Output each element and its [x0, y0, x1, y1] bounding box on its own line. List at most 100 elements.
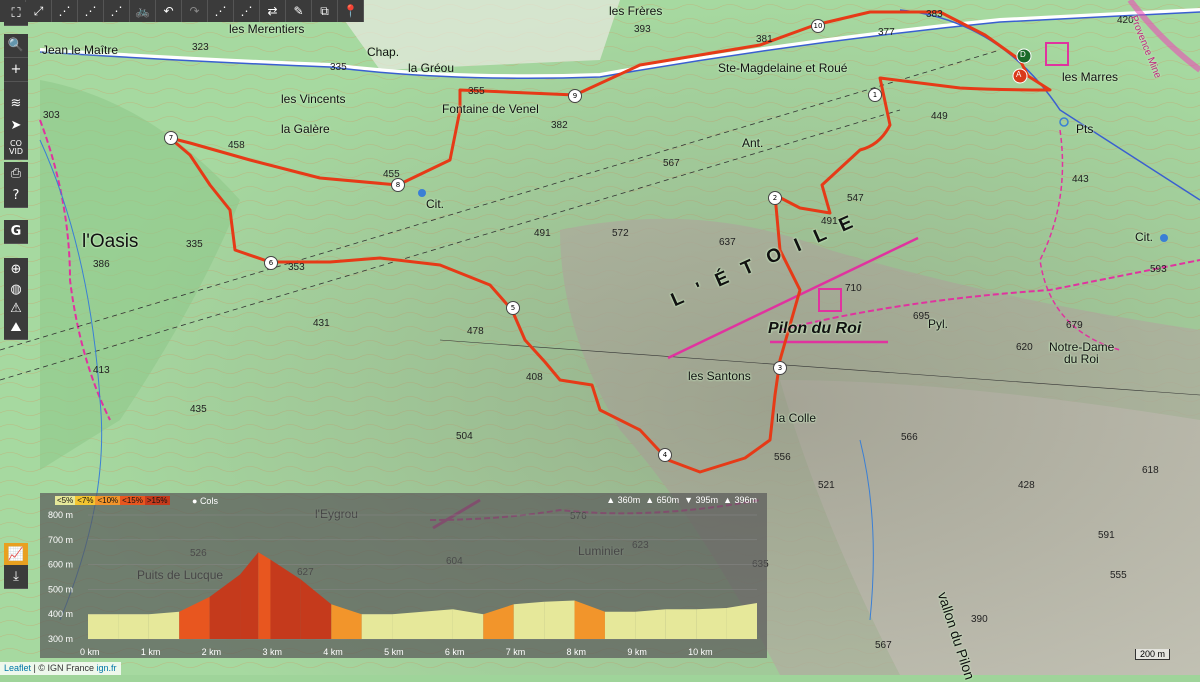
- profile-segment: [665, 609, 697, 639]
- place-label: Ste-Magdelaine et Roué: [718, 61, 848, 75]
- text-tool-icon[interactable]: ✎: [286, 0, 312, 22]
- elevation-profile[interactable]: <5% <7% <10% <15% >15% ● Cols ▲ 360m ▲ 650m …: [40, 493, 767, 658]
- place-label: Chap.: [367, 45, 400, 59]
- profile-segment: [635, 609, 666, 639]
- help-icon[interactable]: ?: [4, 184, 28, 208]
- waypoint-10[interactable]: 10: [811, 19, 825, 33]
- altitude-label: 353: [288, 262, 305, 273]
- altitude-label: 449: [931, 111, 948, 122]
- place-label: Ant.: [742, 136, 764, 150]
- waypoint-7[interactable]: 7: [164, 131, 178, 145]
- layers-icon[interactable]: ≋: [4, 92, 28, 116]
- profile-segment: [696, 608, 727, 639]
- profile-segment: [726, 603, 757, 639]
- node-icon[interactable]: ⋰: [104, 0, 130, 22]
- altitude-label: 521: [818, 480, 835, 491]
- y-tick-label: 800 m: [48, 510, 73, 520]
- profile-segment: [258, 552, 271, 639]
- y-tick-label: 700 m: [48, 535, 73, 545]
- locate-icon[interactable]: ➤: [4, 114, 28, 138]
- swap-icon[interactable]: ⇄: [260, 0, 286, 22]
- search-icon[interactable]: 🔍: [4, 34, 28, 58]
- waypoint-4[interactable]: 4: [658, 448, 672, 462]
- altitude-label: 431: [313, 318, 330, 329]
- x-tick-label: 4 km: [323, 647, 343, 657]
- altitude-label: 591: [1098, 530, 1115, 541]
- profile-segment: [118, 614, 149, 639]
- profile-segment: [513, 601, 545, 639]
- place-label: la Gréou: [408, 61, 455, 75]
- bike-icon[interactable]: 🚲: [130, 0, 156, 22]
- altitude-label: 567: [663, 158, 680, 169]
- waypoint-1[interactable]: 1: [868, 88, 882, 102]
- crop-icon[interactable]: ⧉: [312, 0, 338, 22]
- redo-icon[interactable]: ↷: [182, 0, 208, 22]
- attribution-sep: | © IGN France: [31, 663, 97, 673]
- x-tick-label: 5 km: [384, 647, 404, 657]
- map-attribution: Leaflet | © IGN France ign.fr: [0, 662, 121, 675]
- node-icon[interactable]: ⋰: [234, 0, 260, 22]
- covid-button[interactable]: CO VID: [4, 136, 28, 160]
- download-icon[interactable]: ⤓: [4, 565, 28, 589]
- waypoint-3[interactable]: 3: [773, 361, 787, 375]
- x-tick-label: 8 km: [567, 647, 587, 657]
- altitude-label: 695: [913, 311, 930, 322]
- zoom-in-button[interactable]: +: [4, 58, 28, 82]
- altitude-label: 355: [468, 86, 485, 97]
- altitude-label: 679: [1066, 320, 1083, 331]
- ign-link[interactable]: ign.fr: [97, 663, 117, 673]
- undo-icon[interactable]: ↶: [156, 0, 182, 22]
- profile-segment: [392, 611, 423, 639]
- waypoint-5[interactable]: 5: [506, 301, 520, 315]
- place-label: les Santons: [688, 369, 751, 383]
- waypoint-9[interactable]: 9: [568, 89, 582, 103]
- node-icon[interactable]: ⋰: [208, 0, 234, 22]
- end-marker[interactable]: A: [1016, 70, 1021, 79]
- altitude-label: 393: [634, 24, 651, 35]
- profile-segment: [300, 579, 332, 639]
- google-icon[interactable]: G: [4, 220, 28, 244]
- altitude-label: 443: [1072, 174, 1089, 185]
- altitude-label: 303: [43, 110, 60, 121]
- place-label: les Merentiers: [229, 22, 305, 36]
- elevation-icon[interactable]: 📈: [4, 543, 28, 567]
- altitude-label: 478: [467, 326, 484, 337]
- waypoint-8[interactable]: 8: [391, 178, 405, 192]
- y-tick-label: 500 m: [48, 584, 73, 594]
- altitude-label: 408: [526, 372, 543, 383]
- scale-bar: 200 m: [1134, 649, 1170, 660]
- waypoint-6[interactable]: 6: [264, 256, 278, 270]
- mountain-icon[interactable]: ⛰: [4, 316, 28, 340]
- place-label: les Vincents: [281, 92, 346, 106]
- fullscreen-icon[interactable]: ⛶: [4, 2, 28, 26]
- altitude-label: 390: [971, 614, 988, 625]
- altitude-label: 572: [612, 228, 629, 239]
- place-label: les Frères: [609, 4, 663, 18]
- profile-segment: [544, 600, 575, 639]
- y-tick-label: 600 m: [48, 560, 73, 570]
- node-icon[interactable]: ⋰: [52, 0, 78, 22]
- altitude-label: 618: [1142, 465, 1159, 476]
- altitude-label: 566: [901, 432, 918, 443]
- pin-icon[interactable]: 📍: [338, 0, 364, 22]
- x-tick-label: 7 km: [506, 647, 526, 657]
- place-label: du Roi: [1064, 352, 1099, 366]
- altitude-label: 593: [1150, 264, 1167, 275]
- profile-segment: [331, 604, 362, 639]
- profile-segment: [179, 596, 210, 639]
- leaflet-link[interactable]: Leaflet: [4, 663, 31, 673]
- profile-segment: [483, 604, 514, 639]
- altitude-label: 555: [1110, 570, 1127, 581]
- y-tick-label: 300 m: [48, 634, 73, 644]
- print-icon[interactable]: ⎙: [4, 162, 28, 186]
- waypoint-2[interactable]: 2: [768, 191, 782, 205]
- node-icon[interactable]: ⋰: [78, 0, 104, 22]
- start-marker[interactable]: D: [1020, 50, 1026, 59]
- x-tick-label: 0 km: [80, 647, 100, 657]
- profile-segment: [240, 552, 259, 639]
- altitude-label: 547: [847, 193, 864, 204]
- altitude-label: 428: [1018, 480, 1035, 491]
- profile-segment: [88, 614, 119, 639]
- expand-icon[interactable]: ⤢: [26, 0, 52, 22]
- elevation-chart: 800 m 700 m 600 m 500 m 400 m 300 m 0 km 1 km 2 …: [48, 510, 757, 657]
